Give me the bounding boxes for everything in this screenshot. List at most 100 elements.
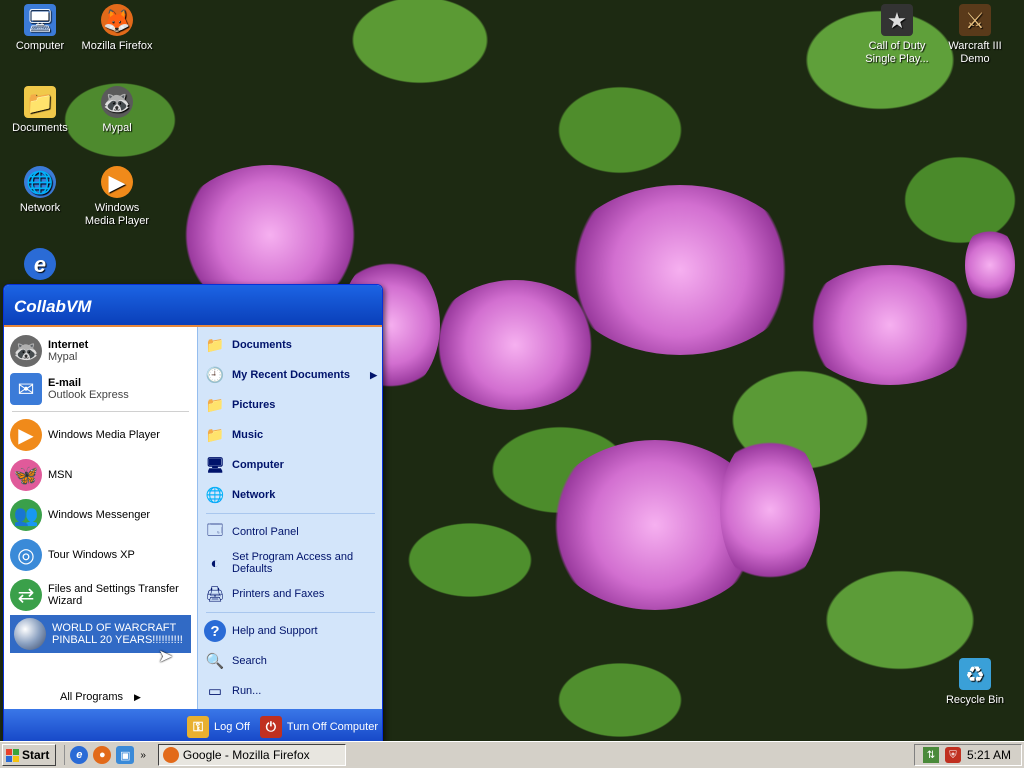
start-item-computer[interactable]: 🖥 Computer — [198, 450, 382, 480]
folder-icon: 📁 — [205, 397, 225, 414]
taskbar-button-label: Google - Mozilla Firefox — [182, 748, 310, 762]
internet-explorer-icon: e — [24, 248, 56, 280]
arrow-right-icon: ▶ — [370, 369, 377, 380]
start-item-internet[interactable]: 🦝 Internet Mypal — [4, 332, 197, 370]
start-item-run[interactable]: ▭ Run... — [198, 676, 382, 706]
desktop-icon-documents[interactable]: 📁 Documents — [3, 86, 77, 135]
start-item-label: Set Program Access and Defaults — [232, 551, 354, 575]
desktop-icon-label: Computer — [15, 40, 65, 52]
desktop-icon-computer[interactable]: 🖥 Computer — [3, 4, 77, 53]
network-icon: 🌐 — [205, 487, 225, 504]
firefox-icon — [162, 747, 179, 763]
start-item-documents[interactable]: 📁 Documents — [198, 330, 382, 360]
wallpaper-flower — [800, 265, 980, 385]
start-item-tour-xp[interactable]: ◎ Tour Windows XP — [4, 535, 197, 575]
start-item-media-player[interactable]: ▶ Windows Media Player — [4, 415, 197, 455]
windows-flag-icon — [6, 748, 19, 762]
start-item-recent-documents[interactable]: 🕘 My Recent Documents ▶ — [198, 360, 382, 390]
start-menu-separator — [206, 513, 375, 514]
start-item-title: Internet — [48, 339, 89, 351]
start-item-control-panel[interactable]: 🗔 Control Panel — [198, 517, 382, 547]
start-item-subtitle: Outlook Express — [48, 389, 129, 401]
desktop-icon-warcraft[interactable]: ⚔ Warcraft III Demo — [938, 4, 1012, 66]
start-item-transfer-wizard[interactable]: ⇄ Files and Settings Transfer Wizard — [4, 575, 197, 615]
firefox-icon[interactable]: ● — [93, 746, 112, 764]
start-menu-right-pane: 📁 Documents 🕘 My Recent Documents ▶ 📁 Pictur… — [197, 327, 382, 709]
control-panel-icon: 🗔 — [206, 521, 224, 539]
turn-off-button[interactable]: ⏻ Turn Off Computer — [259, 715, 378, 738]
turn-off-label: Turn Off Computer — [286, 720, 378, 733]
start-item-label: Files and Settings Transfer Wizard — [48, 583, 179, 607]
desktop-icon-label: Network — [19, 202, 61, 214]
messenger-icon: 👥 — [10, 499, 42, 531]
documents-folder-icon: 📁 — [24, 86, 56, 118]
desktop-icon-label: Documents — [12, 122, 68, 134]
log-off-button[interactable]: ⚿ Log Off — [187, 715, 250, 738]
start-menu-user-name: CollabVM — [4, 285, 382, 327]
show-desktop-icon[interactable]: ▣ — [116, 746, 135, 764]
start-menu-separator — [12, 411, 189, 412]
security-shield-icon[interactable]: ⛨ — [944, 747, 961, 763]
start-item-label: Help and Support — [232, 625, 318, 637]
desktop-icon-label: Windows Media Player — [84, 202, 150, 227]
power-icon: ⏻ — [259, 715, 282, 738]
outlook-express-icon: ✉ — [10, 373, 42, 405]
start-item-printers[interactable]: 🖨 Printers and Faxes — [198, 579, 382, 609]
start-item-label: Control Panel — [232, 526, 299, 538]
start-item-email[interactable]: ✉ E-mail Outlook Express — [4, 370, 197, 408]
start-item-search[interactable]: 🔍 Search — [198, 646, 382, 676]
all-programs-button[interactable]: All Programs ▶ — [4, 691, 197, 703]
key-icon: ⚿ — [187, 715, 210, 738]
quick-launch: e ● ▣ — [64, 745, 135, 765]
mouse-cursor-icon: ➤ — [158, 646, 174, 666]
start-item-music[interactable]: 📁 Music — [198, 420, 382, 450]
start-item-label: Network — [232, 489, 276, 501]
arrow-right-icon: ▶ — [134, 692, 141, 702]
internet-explorer-icon[interactable]: e — [70, 746, 89, 764]
desktop-icon-label: Warcraft III Demo — [948, 40, 1002, 65]
start-button[interactable]: Start — [2, 744, 57, 766]
warcraft-icon: ⚔ — [959, 4, 991, 36]
desktop-icon-internet-explorer[interactable]: e — [3, 248, 77, 284]
desktop-icon-label: Mypal — [102, 122, 132, 134]
start-item-label: WORLD OF WARCRAFT PINBALL 20 YEARS!!!!!!… — [52, 622, 183, 646]
start-item-title: E-mail — [48, 377, 82, 389]
pinball-ball-icon: ● — [14, 618, 46, 650]
wallpaper-flower — [720, 430, 820, 590]
network-tray-icon[interactable]: ⇅ — [922, 747, 939, 763]
quick-launch-chevron-icon[interactable]: » — [140, 750, 146, 761]
firefox-icon: 🦊 — [101, 4, 133, 36]
start-item-label: My Recent Documents — [232, 369, 350, 381]
desktop-icon-recycle-bin[interactable]: ♻ Recycle Bin — [938, 658, 1012, 707]
call-of-duty-icon: ★ — [881, 4, 913, 36]
run-icon: ▭ — [207, 683, 223, 700]
start-item-label: MSN — [48, 469, 73, 481]
start-item-pictures[interactable]: 📁 Pictures — [198, 390, 382, 420]
desktop-icon-call-of-duty[interactable]: ★ Call of Duty Single Play... — [860, 4, 934, 66]
start-item-messenger[interactable]: 👥 Windows Messenger — [4, 495, 197, 535]
start-item-program-access[interactable]: ◐ Set Program Access and Defaults — [198, 547, 382, 579]
desktop-icon-label: Recycle Bin — [945, 694, 1005, 706]
desktop-icon-network[interactable]: 🌐 Network — [3, 166, 77, 215]
log-off-label: Log Off — [214, 720, 250, 733]
clock[interactable]: 5:21 AM — [967, 748, 1011, 762]
start-item-subtitle: Mypal — [48, 351, 78, 363]
printer-icon: 🖨 — [205, 586, 225, 603]
transfer-wizard-icon: ⇄ — [10, 579, 42, 611]
desktop-icon-mypal[interactable]: 🦝 Mypal — [80, 86, 154, 135]
desktop-icon-firefox[interactable]: 🦊 Mozilla Firefox — [80, 4, 154, 53]
computer-icon: 🖥 — [24, 4, 56, 36]
tour-xp-icon: ◎ — [10, 539, 42, 571]
network-icon: 🌐 — [24, 166, 56, 198]
taskbar-button-firefox[interactable]: Google - Mozilla Firefox — [157, 744, 346, 766]
start-item-label: Music — [232, 429, 264, 441]
start-item-network[interactable]: 🌐 Network — [198, 480, 382, 510]
start-item-label: Search — [232, 655, 267, 667]
start-item-label: Windows Messenger — [48, 509, 151, 521]
wallpaper-flower — [430, 280, 600, 410]
start-menu-footer: ⚿ Log Off ⏻ Turn Off Computer — [4, 709, 382, 742]
desktop-icon-media-player[interactable]: ▶ Windows Media Player — [80, 166, 154, 228]
start-item-help[interactable]: ? Help and Support — [198, 616, 382, 646]
media-player-icon: ▶ — [10, 419, 42, 451]
start-item-msn[interactable]: 🦋 MSN — [4, 455, 197, 495]
